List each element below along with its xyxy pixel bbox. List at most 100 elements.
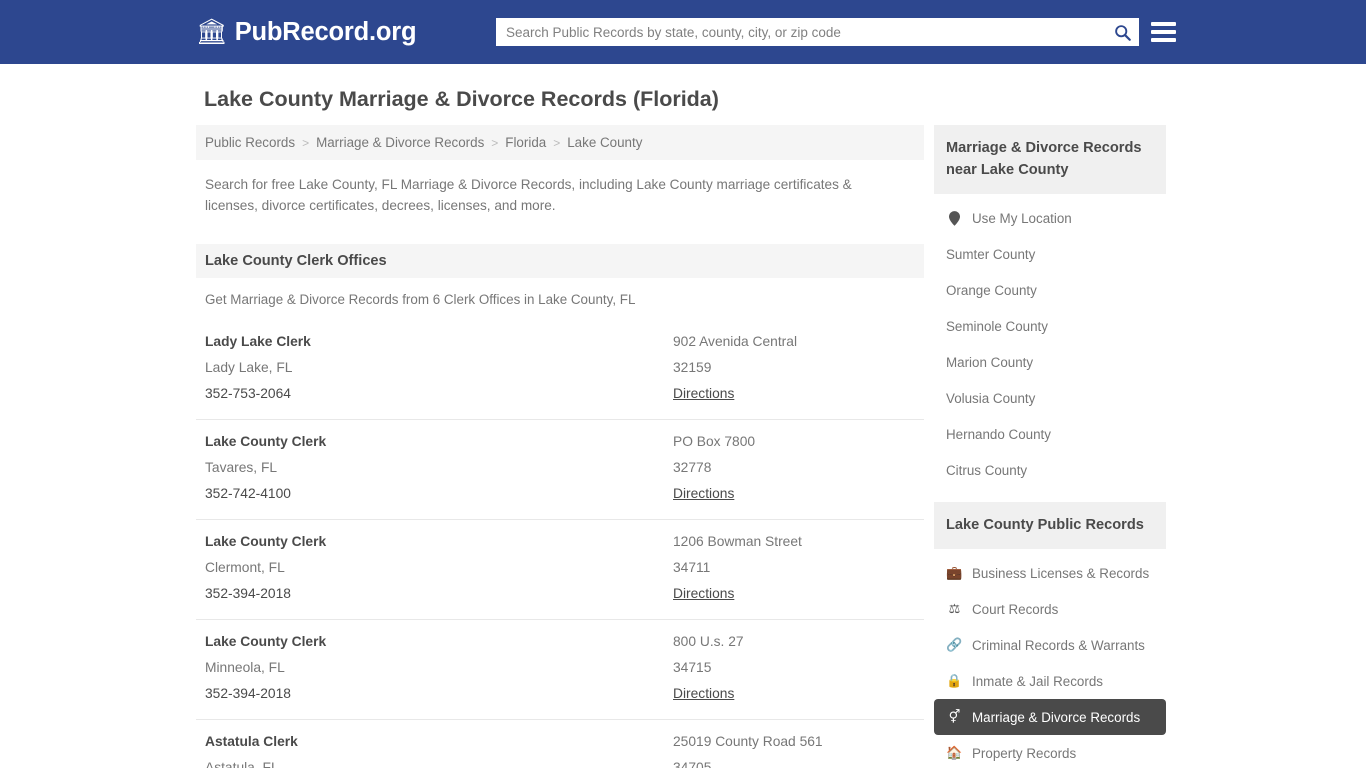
sidebar-item-label: Hernando County xyxy=(946,426,1051,442)
listing-city: Minneola, FL xyxy=(205,660,285,675)
table-row: Lake County Clerk Clermont, FL 352-394-201… xyxy=(196,520,924,620)
listing-right-column: 902 Avenida Central 32159 Directions xyxy=(673,329,915,407)
sidebar-item-volusia-county[interactable]: Volusia County xyxy=(934,380,1166,416)
sidebar-item-orange-county[interactable]: Orange County xyxy=(934,272,1166,308)
breadcrumb-item-marriage-divorce-records[interactable]: Marriage & Divorce Records xyxy=(316,135,484,150)
listing-right-column: PO Box 7800 32778 Directions xyxy=(673,429,915,507)
listing-office-name: Lake County Clerk xyxy=(205,634,327,649)
sidebar-item-label: Volusia County xyxy=(946,390,1036,406)
listing-address: 902 Avenida Central xyxy=(673,334,798,349)
table-row: Lady Lake Clerk Lady Lake, FL 352-753-2064… xyxy=(196,320,924,420)
listing-address: 25019 County Road 561 xyxy=(673,734,823,749)
sidebar-item-label: Citrus County xyxy=(946,462,1028,478)
listing-left-column: Lake County Clerk Minneola, FL 352-394-201… xyxy=(205,629,673,707)
intro-text: Search for free Lake County, FL Marriage… xyxy=(205,177,852,213)
section-title: Lake County Clerk Offices xyxy=(196,244,924,278)
handcuffs-icon: 🔗 xyxy=(946,637,963,652)
sidebar-item-label: Marriage & Divorce Records xyxy=(972,709,1141,725)
listing-phone: 352-742-4100 xyxy=(205,486,291,501)
clerk-office-list: Lady Lake Clerk Lady Lake, FL 352-753-2064… xyxy=(196,320,924,768)
listing-left-column: Astatula ClerkAstatula, FL352-742-1100 xyxy=(205,729,673,768)
listing-address: 800 U.s. 27 xyxy=(673,634,744,649)
hamburger-bar xyxy=(1151,22,1176,26)
sidebar-item-label: Marion County xyxy=(946,354,1034,370)
directions-link[interactable]: Directions xyxy=(673,381,734,407)
search-input[interactable] xyxy=(496,18,1105,46)
table-row: Lake County Clerk Tavares, FL 352-742-4100… xyxy=(196,420,924,520)
briefcase-icon: 💼 xyxy=(946,565,963,580)
breadcrumb-item-florida[interactable]: Florida xyxy=(505,135,546,150)
sidebar-item-hernando-county[interactable]: Hernando County xyxy=(934,416,1166,452)
sidebar-item-use-my-location[interactable]: Use My Location xyxy=(934,200,1166,236)
directions-link[interactable]: Directions xyxy=(673,581,734,607)
page-title: Lake County Marriage & Divorce Records (… xyxy=(204,87,719,111)
table-row: Lake County Clerk Minneola, FL 352-394-201… xyxy=(196,620,924,720)
listing-office-name: Lake County Clerk xyxy=(205,434,327,449)
listing-zip: 32778 xyxy=(673,460,712,475)
sidebar-item-label: Sumter County xyxy=(946,246,1036,262)
sidebar-item-property-records[interactable]: 🏠 Property Records xyxy=(934,735,1166,768)
listing-office-name: Astatula Clerk xyxy=(205,734,298,749)
listing-phone: 352-394-2018 xyxy=(205,686,291,701)
listing-right-column: 25019 County Road 56134705Directions xyxy=(673,729,915,768)
listing-city: Tavares, FL xyxy=(205,460,278,475)
breadcrumb-item-lake-county[interactable]: Lake County xyxy=(567,135,642,150)
listing-zip: 34705 xyxy=(673,760,712,768)
listing-zip: 34715 xyxy=(673,660,712,675)
lock-icon: 🔒 xyxy=(946,673,963,688)
section-subtitle: Get Marriage & Divorce Records from 6 Cl… xyxy=(205,292,636,307)
map-pin-icon xyxy=(946,210,963,226)
house-icon: 🏠 xyxy=(946,745,963,760)
sidebar-item-marriage-divorce-records[interactable]: ⚥ Marriage & Divorce Records xyxy=(934,699,1166,735)
sidebar-item-inmate-jail-records[interactable]: 🔒 Inmate & Jail Records xyxy=(934,663,1166,699)
search-button[interactable] xyxy=(1105,18,1139,46)
sidebar-item-citrus-county[interactable]: Citrus County xyxy=(934,452,1166,488)
sidebar-item-seminole-county[interactable]: Seminole County xyxy=(934,308,1166,344)
bank-icon: 🏛 xyxy=(196,18,228,46)
main-content: Lake County Marriage & Divorce Records (… xyxy=(196,86,924,768)
sidebar-nearby-title: Marriage & Divorce Records near Lake Cou… xyxy=(934,125,1166,194)
listing-right-column: 800 U.s. 27 34715 Directions xyxy=(673,629,915,707)
listing-phone: 352-394-2018 xyxy=(205,586,291,601)
sidebar-item-court-records[interactable]: ⚖ Court Records xyxy=(934,591,1166,627)
listing-address: 1206 Bowman Street xyxy=(673,534,802,549)
gender-symbols-icon: ⚥ xyxy=(948,709,961,724)
breadcrumb-separator-icon: > xyxy=(491,135,499,150)
sidebar-item-business-licenses-records[interactable]: 💼 Business Licenses & Records xyxy=(934,555,1166,591)
sidebar-records-title: Lake County Public Records xyxy=(934,502,1166,549)
listing-zip: 34711 xyxy=(673,560,711,575)
sidebar-item-label: Orange County xyxy=(946,282,1037,298)
site-logo[interactable]: 🏛 PubRecord.org xyxy=(196,17,417,47)
search-bar xyxy=(496,18,1139,46)
sidebar-records-list: 💼 Business Licenses & Records ⚖ Court Recor… xyxy=(934,549,1166,768)
directions-link[interactable]: Directions xyxy=(673,481,734,507)
sidebar-item-label: Property Records xyxy=(972,745,1077,761)
sidebar-item-marion-county[interactable]: Marion County xyxy=(934,344,1166,380)
listing-right-column: 1206 Bowman Street 34711 Directions xyxy=(673,529,915,607)
site-header: 🏛 PubRecord.org xyxy=(0,0,1366,64)
sidebar-item-label: Court Records xyxy=(972,601,1059,617)
table-row: Astatula ClerkAstatula, FL352-742-110025… xyxy=(196,720,924,768)
sidebar: Marriage & Divorce Records near Lake Cou… xyxy=(934,125,1166,768)
listing-city: Astatula, FL xyxy=(205,760,279,768)
sidebar-item-label: Business Licenses & Records xyxy=(972,565,1150,581)
hamburger-bar xyxy=(1151,30,1176,34)
sidebar-item-sumter-county[interactable]: Sumter County xyxy=(934,236,1166,272)
logo-text: PubRecord.org xyxy=(234,17,417,46)
sidebar-item-label: Use My Location xyxy=(972,210,1072,226)
breadcrumb-item-public-records[interactable]: Public Records xyxy=(205,135,295,150)
listing-left-column: Lady Lake Clerk Lady Lake, FL 352-753-2064 xyxy=(205,329,673,407)
breadcrumb: Public Records > Marriage & Divorce Reco… xyxy=(196,125,924,160)
listing-left-column: Lake County Clerk Tavares, FL 352-742-4100 xyxy=(205,429,673,507)
sidebar-item-label: Seminole County xyxy=(946,318,1048,334)
sidebar-item-label: Criminal Records & Warrants xyxy=(972,637,1145,653)
hamburger-menu-icon[interactable] xyxy=(1151,19,1176,45)
scales-icon: ⚖ xyxy=(948,601,961,616)
sidebar-item-criminal-records-warrants[interactable]: 🔗 Criminal Records & Warrants xyxy=(934,627,1166,663)
directions-link[interactable]: Directions xyxy=(673,681,734,707)
sidebar-nearby-list: Use My Location Sumter County Orange Count… xyxy=(934,194,1166,488)
search-icon xyxy=(1114,24,1131,41)
breadcrumb-separator-icon: > xyxy=(302,135,310,150)
hamburger-bar xyxy=(1151,38,1176,42)
